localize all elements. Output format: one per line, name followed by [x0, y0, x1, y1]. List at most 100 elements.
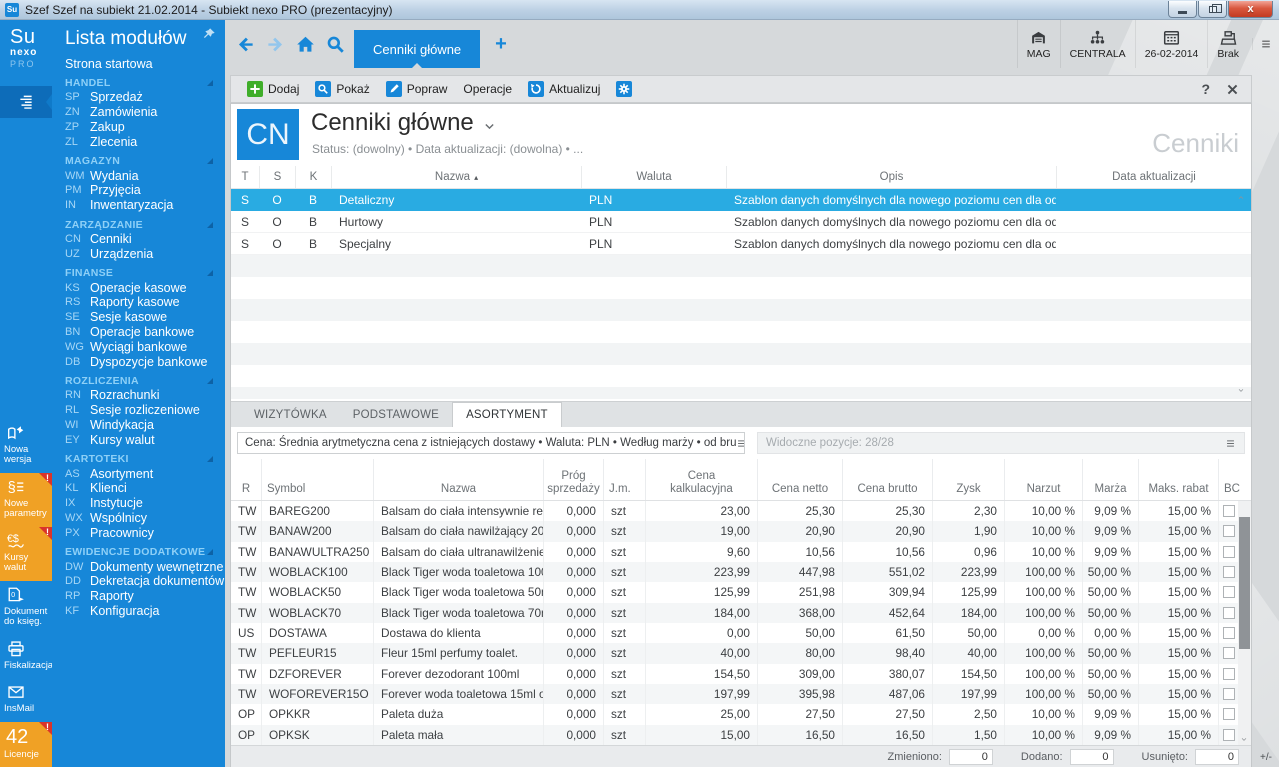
bc-checkbox[interactable] — [1223, 688, 1235, 700]
column-header-opis[interactable]: Opis — [726, 166, 1056, 188]
rail-item-insmail[interactable]: InsMail — [0, 678, 52, 722]
assortment-row[interactable]: TWBAREG200Balsam do ciała intensywnie re… — [231, 501, 1238, 521]
sidebar-item-operacje-bankowe[interactable]: BNOperacje bankowe — [65, 325, 225, 340]
toolbar-button-dodaj[interactable]: Dodaj — [239, 77, 307, 101]
module-section-handel[interactable]: HANDEL — [65, 76, 225, 90]
assortment-row[interactable]: TWBANAW200Balsam do ciała nawilżający 20… — [231, 521, 1238, 541]
sidebar-item-dekretacja-dokumento-w[interactable]: DDDekretacja dokumentów — [65, 574, 225, 589]
help-button[interactable]: ? — [1201, 81, 1210, 97]
assortment-row[interactable]: TWPEFLEUR15Fleur 15ml perfumy toalet.0,0… — [231, 643, 1238, 663]
rail-item-dokument-do-ksie-g[interactable]: 0Dokument do księg. — [0, 581, 52, 635]
sidebar-item-operacje-kasowe[interactable]: KSOperacje kasowe — [65, 280, 225, 295]
assortment-row[interactable]: TWWOBLACK100Black Tiger woda toaletowa 1… — [231, 562, 1238, 582]
sidebar-item-sprzedaz[interactable]: SPSprzedaż — [65, 90, 225, 105]
visible-items-box[interactable]: Widoczne pozycje: 28/28 — [757, 432, 1245, 454]
bc-checkbox[interactable] — [1223, 566, 1235, 578]
module-section-rozliczenia[interactable]: ROZLICZENIA — [65, 374, 225, 388]
column-header-r[interactable]: R — [231, 459, 261, 500]
rail-item-fiskalizacja[interactable]: Fiskalizacja — [0, 635, 52, 679]
sidebar-item-kursy-walut[interactable]: EYKursy walut — [65, 432, 225, 447]
column-header-data-aktualizacji[interactable]: Data aktualizacji — [1056, 166, 1251, 188]
sidebar-item-wydania[interactable]: WMWydania — [65, 168, 225, 183]
module-section-magazyn[interactable]: MAGAZYN — [65, 154, 225, 168]
module-list-toggle[interactable] — [0, 86, 52, 118]
column-header-cena-brutto[interactable]: Cena brutto — [842, 459, 932, 500]
column-header-marz-a[interactable]: Marża — [1082, 459, 1138, 500]
price-list-row[interactable]: SOBHurtowyPLNSzablon danych domyślnych d… — [231, 211, 1251, 233]
column-header-cena-kalkulacyjna[interactable]: Cena kalkulacyjna — [645, 459, 757, 500]
assortment-row[interactable]: OPOPKSKPaleta mała0,000szt15,0016,5016,5… — [231, 725, 1238, 745]
scroll-up-icon[interactable] — [1236, 194, 1246, 201]
bc-checkbox[interactable] — [1223, 505, 1235, 517]
bc-checkbox[interactable] — [1223, 668, 1235, 680]
price-list-row[interactable]: SOBSpecjalnyPLNSzablon danych domyślnych… — [231, 233, 1251, 255]
sidebar-item-dyspozycje-bankowe[interactable]: DBDyspozycje bankowe — [65, 354, 225, 369]
sidebar-item-cenniki[interactable]: CNCenniki — [65, 232, 225, 247]
column-header-symbol[interactable]: Symbol — [261, 459, 373, 500]
sidebar-item-urza-dzenia[interactable]: UZUrządzenia — [65, 246, 225, 261]
back-arrow-icon[interactable] — [236, 35, 255, 54]
toolbar-button-pokaz[interactable]: Pokaż — [307, 77, 377, 101]
assortment-row[interactable]: TWBANAWULTRA250Balsam do ciała ultranawi… — [231, 542, 1238, 562]
forward-arrow-icon[interactable] — [266, 35, 285, 54]
column-header-bc[interactable]: BC — [1218, 459, 1245, 500]
assortment-row[interactable]: TWWOBLACK70Black Tiger woda toaletowa 70… — [231, 603, 1238, 623]
column-header-waluta[interactable]: Waluta — [581, 166, 726, 188]
sidebar-item-windykacja[interactable]: WIWindykacja — [65, 418, 225, 433]
sidebar-item-raporty-kasowe[interactable]: RSRaporty kasowe — [65, 295, 225, 310]
bc-checkbox[interactable] — [1223, 708, 1235, 720]
pin-icon[interactable] — [202, 27, 216, 41]
sidebar-item-klienci[interactable]: KLKlienci — [65, 481, 225, 496]
tab-asortyment[interactable]: ASORTYMENT — [452, 402, 562, 427]
close-button[interactable]: x — [1228, 1, 1273, 18]
price-filter-box[interactable]: Cena: Średnia arytmetyczna cena z istnie… — [237, 432, 745, 454]
column-header-nazwa[interactable]: Nazwa — [373, 459, 543, 500]
bc-checkbox[interactable] — [1223, 607, 1235, 619]
sidebar-item-rozrachunki[interactable]: RNRozrachunki — [65, 388, 225, 403]
context-button-mag[interactable]: MAG — [1017, 20, 1060, 68]
sidebar-item-zlecenia[interactable]: ZLZlecenia — [65, 134, 225, 149]
menu-icon[interactable] — [736, 438, 745, 449]
sidebar-item-wspo-lnicy[interactable]: WXWspólnicy — [65, 511, 225, 526]
sidebar-item-zakup[interactable]: ZPZakup — [65, 120, 225, 135]
column-header-narzut[interactable]: Narzut — [1004, 459, 1082, 500]
assortment-row[interactable]: TWWOBLACK50Black Tiger woda toaletowa 50… — [231, 582, 1238, 602]
price-list-row[interactable]: SOBDetalicznyPLNSzablon danych domyślnyc… — [231, 189, 1251, 211]
sidebar-item-sesje-rozliczeniowe[interactable]: RLSesje rozliczeniowe — [65, 403, 225, 418]
scroll-down-icon[interactable] — [1236, 387, 1246, 394]
column-header-nazwa[interactable]: Nazwa▴ — [331, 166, 581, 188]
module-section-kartoteki[interactable]: KARTOTEKI — [65, 452, 225, 466]
rail-item-nowa-wersja[interactable]: Nowa wersja — [0, 419, 52, 473]
context-button-26-02-2014[interactable]: 26-02-2014 — [1135, 20, 1208, 68]
restore-button[interactable] — [1198, 1, 1227, 18]
sidebar-item-pracownicy[interactable]: PXPracownicy — [65, 525, 225, 540]
sidebar-item-raporty[interactable]: RPRaporty — [65, 589, 225, 604]
context-menu-button[interactable] — [1252, 38, 1279, 50]
bc-checkbox[interactable] — [1223, 647, 1235, 659]
sidebar-item-start-page[interactable]: Strona startowa — [65, 57, 225, 71]
column-header-s[interactable]: S — [259, 166, 295, 188]
close-view-icon[interactable] — [1226, 83, 1239, 96]
module-section-ewidencje-dodatkowe[interactable]: EWIDENCJE DODATKOWE — [65, 545, 225, 559]
rail-item-nowe-parametry[interactable]: !§Nowe parametry — [0, 473, 52, 527]
toolbar-button-popraw[interactable]: Popraw — [378, 77, 456, 101]
sidebar-item-zamo-wienia[interactable]: ZNZamówienia — [65, 105, 225, 120]
assortment-row[interactable]: TWDZFOREVERForever dezodorant 100ml0,000… — [231, 664, 1238, 684]
sidebar-item-wycia-gi-bankowe[interactable]: WGWyciągi bankowe — [65, 339, 225, 354]
context-button-centrala[interactable]: CENTRALA — [1060, 20, 1135, 68]
minimize-button[interactable] — [1168, 1, 1197, 18]
search-icon[interactable] — [326, 35, 345, 54]
bc-checkbox[interactable] — [1223, 627, 1235, 639]
tab-podstawowe[interactable]: PODSTAWOWE — [340, 402, 452, 427]
scrollbar-thumb[interactable] — [1239, 517, 1250, 649]
toolbar-button-settings[interactable] — [608, 77, 640, 101]
bc-checkbox[interactable] — [1223, 729, 1235, 741]
bc-checkbox[interactable] — [1223, 525, 1235, 537]
home-icon[interactable] — [296, 35, 315, 54]
column-header-pro-g-sprzedaz-y[interactable]: Próg sprzedaży — [543, 459, 603, 500]
context-button-brak[interactable]: Brak — [1207, 20, 1248, 68]
assortment-row[interactable]: TWWOFOREVER15OForever woda toaletowa 15m… — [231, 684, 1238, 704]
new-tab-button[interactable]: + — [495, 34, 507, 54]
column-header-j-m[interactable]: J.m. — [603, 459, 645, 500]
tab-wizyto-wka[interactable]: WIZYTÓWKA — [241, 402, 340, 427]
